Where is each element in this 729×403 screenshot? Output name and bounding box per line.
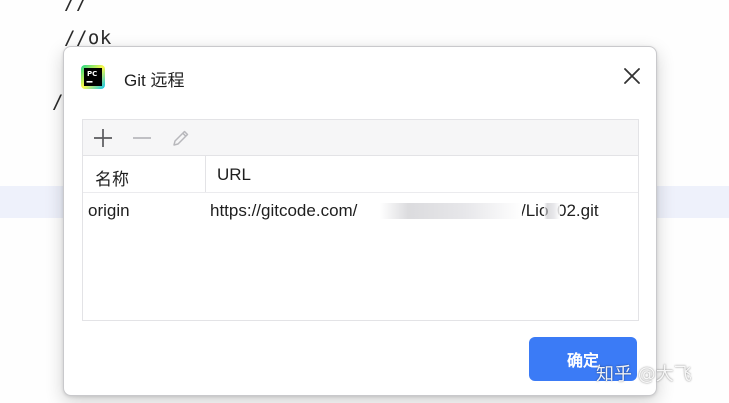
remotes-panel: 名称 URL origin https://gitcode.com/ /Lio …: [82, 119, 639, 321]
remotes-toolbar: [83, 120, 638, 156]
pencil-icon[interactable]: [169, 126, 193, 150]
close-icon[interactable]: [620, 64, 644, 88]
remote-url-cell-start: https://gitcode.com/: [210, 201, 358, 220]
table-header: 名称 URL: [83, 156, 638, 193]
url-redaction-blur: [380, 203, 522, 219]
minus-icon[interactable]: [130, 126, 154, 150]
column-divider[interactable]: [205, 156, 206, 192]
code-line-1: //: [64, 0, 88, 14]
remote-url-cell-tail: 02.git: [557, 201, 599, 220]
column-header-name[interactable]: 名称: [95, 165, 129, 190]
column-header-url[interactable]: URL: [217, 165, 251, 185]
git-remotes-dialog: PC Git 远程 名称 URL origin https://gitcode.…: [63, 46, 657, 396]
dialog-title-bar: PC Git 远程: [64, 47, 656, 105]
remote-name-cell: origin: [88, 201, 130, 220]
plus-icon[interactable]: [91, 126, 115, 150]
app-icon-text: PC: [87, 70, 98, 78]
pycharm-app-icon: PC: [81, 65, 105, 89]
dialog-title: Git 远程: [124, 71, 185, 90]
url-redaction-blur-2: [544, 203, 560, 219]
watermark: 知乎 @大飞: [596, 364, 692, 385]
